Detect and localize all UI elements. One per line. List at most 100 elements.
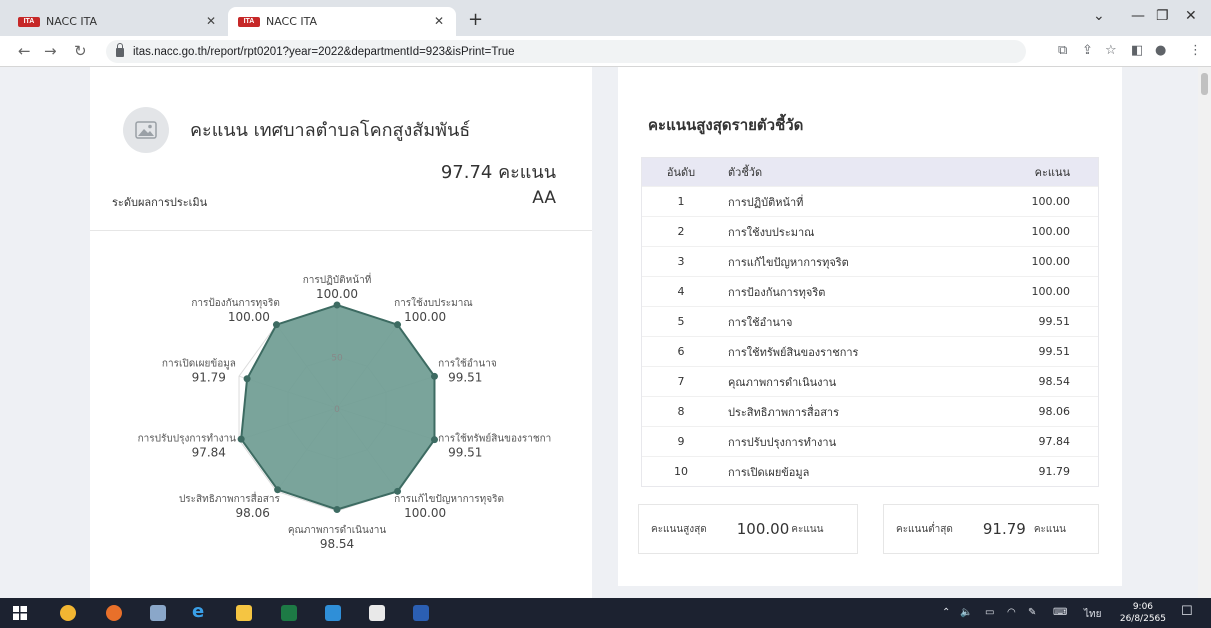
indicator-cell: การป้องกันการทุจริต <box>728 285 826 299</box>
rank-cell: 9 <box>677 435 685 448</box>
url-field[interactable]: itas.nacc.go.th/report/rpt0201?year=2022… <box>106 40 1026 63</box>
radar-category-label: การใช้งบประมาณ <box>394 297 473 309</box>
min-score-label: คะแนนต่ำสุด <box>896 523 953 535</box>
rank-cell: 7 <box>677 375 685 388</box>
tab-search-icon[interactable]: ⌄ <box>1093 8 1105 24</box>
radar-point <box>274 486 282 494</box>
clock-date: 26/8/2565 <box>1119 614 1166 624</box>
close-tab-icon[interactable]: ✕ <box>434 14 444 28</box>
excel-icon[interactable] <box>281 605 297 621</box>
language-indicator[interactable]: ไทย <box>1084 607 1101 622</box>
radar-point <box>333 301 341 309</box>
table-row: 3 การแก้ไขปัญหาการทุจริต 100.00 <box>642 246 1098 276</box>
tray-overflow-icon[interactable]: ⌃ <box>942 607 950 618</box>
radar-category-label: การใช้อำนาจ <box>438 358 497 370</box>
max-score-label: คะแนนสูงสุด <box>651 523 707 535</box>
score-cell: 98.54 <box>1038 375 1071 388</box>
word-icon[interactable] <box>413 605 429 621</box>
table-row: 10 การเปิดเผยข้อมูล 91.79 <box>642 456 1098 486</box>
indicator-cell: การปฏิบัติหน้าที่ <box>728 195 804 209</box>
reload-icon[interactable]: ↻ <box>74 42 87 60</box>
firefox-icon[interactable] <box>106 605 122 621</box>
score-cell: 99.51 <box>1038 315 1071 328</box>
score-cell: 100.00 <box>1031 255 1071 268</box>
restore-icon[interactable]: ❐ <box>1156 8 1169 24</box>
url-text: itas.nacc.go.th/report/rpt0201?year=2022… <box>133 45 515 58</box>
bookmark-star-icon[interactable]: ☆ <box>1105 43 1117 58</box>
keyboard-icon[interactable]: ⌨ <box>1053 607 1067 618</box>
radar-category-label: การปฏิบัติหน้าที่ <box>303 272 372 286</box>
radar-category-label: คุณภาพการดำเนินงาน <box>288 525 387 536</box>
radar-value-label: 91.79 <box>192 371 226 385</box>
windows-taskbar: e ⌃ 🔈 ▭ ◠ ✎ ⌨ ไทย 9:06 26/8/2565 ☐ <box>0 598 1211 628</box>
radar-point <box>272 321 280 329</box>
close-window-icon[interactable]: ✕ <box>1185 8 1197 24</box>
profile-icon[interactable]: ● <box>1155 43 1166 58</box>
radar-grid-label: 50 <box>331 354 343 364</box>
radar-category-label: การป้องกันการทุจริต <box>191 297 280 309</box>
rank-header: อันดับ <box>666 166 696 179</box>
share-icon[interactable]: ⇪ <box>1082 43 1093 58</box>
volume-icon[interactable]: 🔈 <box>960 607 972 618</box>
pen-icon[interactable]: ✎ <box>1028 607 1036 618</box>
browser-tabbar: ITA NACC ITA ✕ ITA NACC ITA ✕ + ⌄ — ❐ ✕ <box>0 0 1211 36</box>
table-row: 2 การใช้งบประมาณ 100.00 <box>642 216 1098 246</box>
indicator-cell: การใช้ทรัพย์สินของราชการ <box>728 345 859 359</box>
clock-time: 9:06 <box>1132 602 1154 612</box>
radar-point <box>430 436 438 444</box>
table-row: 1 การปฏิบัติหน้าที่ 100.00 <box>642 186 1098 216</box>
min-score-unit: คะแนน <box>1033 523 1067 535</box>
new-tab-icon[interactable]: + <box>468 9 483 30</box>
min-score-box: คะแนนต่ำสุด 91.79 คะแนน <box>883 504 1099 554</box>
clock[interactable]: 9:06 26/8/2565 <box>1120 601 1166 625</box>
ita-favicon-icon: ITA <box>238 16 260 27</box>
windows-start-icon[interactable] <box>13 606 27 620</box>
radar-category-label: การปรับปรุงการทำงาน <box>138 433 236 444</box>
chrome-icon[interactable] <box>60 605 76 621</box>
back-icon[interactable]: ← <box>18 42 31 60</box>
browser-tab-1[interactable]: ITA NACC ITA ✕ <box>8 7 228 36</box>
table-row: 7 คุณภาพการดำเนินงาน 98.54 <box>642 366 1098 396</box>
page-content: คะแนน เทศบาลตำบลโคกสูงสัมพันธ์ 97.74 คะแ… <box>0 67 1211 598</box>
radar-category-label: การเปิดเผยข้อมูล <box>162 358 236 370</box>
rank-cell: 4 <box>677 285 685 298</box>
rank-cell: 5 <box>677 315 685 328</box>
score-cell: 100.00 <box>1031 195 1071 208</box>
app-icon[interactable] <box>325 605 341 621</box>
app-icon[interactable] <box>150 605 166 621</box>
indicator-cell: การเปิดเผยข้อมูล <box>728 465 810 479</box>
indicator-cell: ประสิทธิภาพการสื่อสาร <box>728 405 840 419</box>
table-row: 6 การใช้ทรัพย์สินของราชการ 99.51 <box>642 336 1098 366</box>
radar-point <box>394 321 402 329</box>
rank-cell: 10 <box>674 465 688 478</box>
radar-value-label: 99.51 <box>448 445 482 459</box>
forward-icon[interactable]: → <box>44 42 57 60</box>
side-panel-icon[interactable]: ◧ <box>1131 43 1143 58</box>
file-explorer-icon[interactable] <box>236 605 252 621</box>
store-icon[interactable] <box>369 605 385 621</box>
notification-icon[interactable]: ☐ <box>1181 604 1193 619</box>
browser-tab-2[interactable]: ITA NACC ITA ✕ <box>228 7 456 36</box>
rank-cell: 6 <box>677 345 685 358</box>
minimize-icon[interactable]: — <box>1131 8 1145 24</box>
radar-point <box>430 372 438 380</box>
indicator-cell: การใช้อำนาจ <box>728 315 793 329</box>
wifi-icon[interactable]: ◠ <box>1007 607 1016 618</box>
menu-icon[interactable]: ⋮ <box>1189 43 1202 58</box>
radar-value-label: 100.00 <box>404 310 446 324</box>
battery-icon[interactable]: ▭ <box>985 607 994 618</box>
total-score: 97.74 คะแนน <box>440 162 556 183</box>
score-cell: 100.00 <box>1031 225 1071 238</box>
radar-category-label: ประสิทธิภาพการสื่อสาร <box>179 491 281 505</box>
scroll-thumb[interactable] <box>1201 73 1208 95</box>
translate-icon[interactable]: ⧉ <box>1058 43 1067 58</box>
table-row: 9 การปรับปรุงการทำงาน 97.84 <box>642 426 1098 456</box>
rank-cell: 8 <box>677 405 685 418</box>
max-score-unit: คะแนน <box>791 523 824 535</box>
indicator-header: ตัวชี้วัด <box>728 166 763 179</box>
ie-icon[interactable]: e <box>192 601 208 622</box>
close-tab-icon[interactable]: ✕ <box>206 14 216 28</box>
scrollbar[interactable] <box>1198 67 1211 598</box>
level-value: AA <box>532 188 556 208</box>
rank-cell: 3 <box>677 255 685 268</box>
